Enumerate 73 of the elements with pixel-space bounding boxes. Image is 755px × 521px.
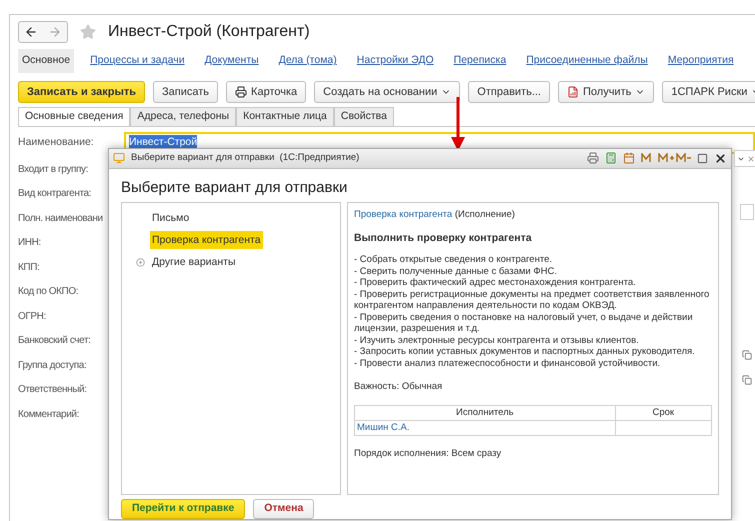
description-line: - Изучить электронные ресурсы контрагента и отзывы клиентов. [354, 334, 640, 346]
printer-icon[interactable] [587, 152, 599, 164]
nav-tab[interactable]: Основное [18, 49, 74, 73]
variant-item[interactable]: Другие варианты [150, 253, 238, 272]
field-label: Комментарий: [18, 408, 79, 422]
field-label: Наименование: [18, 135, 95, 150]
forward-icon[interactable] [48, 25, 62, 39]
toolbar-button[interactable]: Карточка [226, 81, 306, 103]
calendar-icon[interactable] [623, 152, 635, 164]
memory-buttons-icon[interactable] [641, 153, 691, 164]
field-label: Ответственный: [18, 383, 87, 398]
field-label: КПП: [18, 260, 40, 275]
task-link[interactable]: Проверка контрагента [354, 209, 452, 220]
details-title: Проверка контрагента (Исполнение) [354, 209, 516, 221]
toolbar-button[interactable]: Записать [153, 81, 218, 103]
dialog-button[interactable]: Перейти к отправке [121, 499, 246, 519]
window-title: Инвест-Строй (Контрагент) [108, 22, 310, 42]
table-cell[interactable]: Мишин С.А. [354, 420, 616, 436]
column-header: Срок [615, 405, 712, 420]
toolbar-button[interactable]: Записать и закрыть [18, 81, 146, 103]
toolbar-button[interactable]: Получить [558, 81, 654, 103]
field-label: Банковский счет: [18, 334, 91, 348]
toolbar-button[interactable]: Создать на основании [314, 81, 460, 103]
form-tab[interactable]: Адреса, телефоны [130, 107, 236, 126]
nav-tab[interactable]: Настройки ЭДО [352, 49, 438, 73]
nav-tab[interactable]: Присоединенные файлы [522, 49, 652, 73]
calculator-icon[interactable] [605, 152, 617, 164]
open-icon[interactable] [742, 375, 752, 385]
field-label: Код по ОКПО: [18, 285, 78, 300]
field-end-button[interactable] [740, 204, 754, 220]
field-label: Полн. наименовани [18, 212, 103, 226]
field-label: ИНН: [18, 236, 41, 250]
description-line: - Собрать открытые сведения о контрагенте. [354, 254, 553, 266]
back-icon[interactable] [24, 25, 38, 39]
report-icon [567, 86, 579, 98]
nav-tab[interactable]: Дела (тома) [274, 49, 341, 73]
printer-icon [235, 86, 248, 98]
dialog-button[interactable]: Отмена [253, 499, 314, 519]
description-line: - Проверить регистрационные документы на предмет соответствия заявленного контрагентом направления деятельности по кодам ОКВЭД. [354, 288, 710, 312]
nav-tab[interactable]: Мероприятия [664, 49, 738, 73]
dialog-title: Выберите вариант для отправки (1С:Предприятие) [131, 151, 360, 166]
variant-item[interactable]: Письмо [150, 209, 192, 228]
arrow-icon [451, 97, 465, 151]
importance-text: Важность: Обычная [354, 381, 444, 393]
field-end-buttons[interactable] [734, 150, 755, 167]
description-line: - Запросить копии уставных документов и паспортных данных руководителя. [354, 346, 696, 358]
field-label: Входит в группу: [18, 162, 88, 177]
form-tab[interactable]: Основные сведения [18, 107, 130, 126]
details-heading: Выполнить проверку контрагента [354, 232, 533, 244]
clear-icon [747, 154, 755, 162]
field-label: Вид контрагента: [18, 187, 92, 202]
column-header: Исполнитель [354, 405, 616, 420]
field-label: Группа доступа: [18, 358, 86, 373]
description-line: - Сверить полученные данные с базами ФНС. [354, 266, 558, 278]
nav-tab[interactable]: Процессы и задачи [86, 49, 189, 73]
form-tab[interactable]: Свойства [334, 107, 394, 126]
close-icon[interactable] [714, 152, 727, 165]
variant-item[interactable]: Проверка контрагента [150, 231, 263, 250]
maximize-icon[interactable] [697, 152, 708, 164]
nav-tab[interactable]: Документы [200, 49, 263, 73]
form-tab[interactable]: Контактные лица [236, 107, 334, 126]
order-text: Порядок исполнения: Всем сразу [354, 448, 502, 460]
dialog-heading: Выберите вариант для отправки [120, 178, 348, 198]
field-label: ОГРН: [18, 310, 46, 324]
expand-icon[interactable] [136, 258, 145, 267]
nav-tab[interactable]: Переписка [450, 49, 510, 73]
open-icon[interactable] [742, 350, 752, 360]
description-line: - Провести анализ платежеспособности и финансовой устойчивости. [354, 358, 662, 370]
description-line: - Проверить фактический адрес местонахождения контрагента. [354, 277, 637, 289]
toolbar-button[interactable]: 1СПАРК Риски [662, 81, 755, 103]
description-line: - Проверить сведения о постановке на налоговый учет, о выдаче и действии лицензии, разрешения и т.д. [354, 312, 694, 335]
toolbar-button[interactable]: Отправить... [468, 81, 550, 103]
star-icon[interactable] [80, 24, 96, 40]
